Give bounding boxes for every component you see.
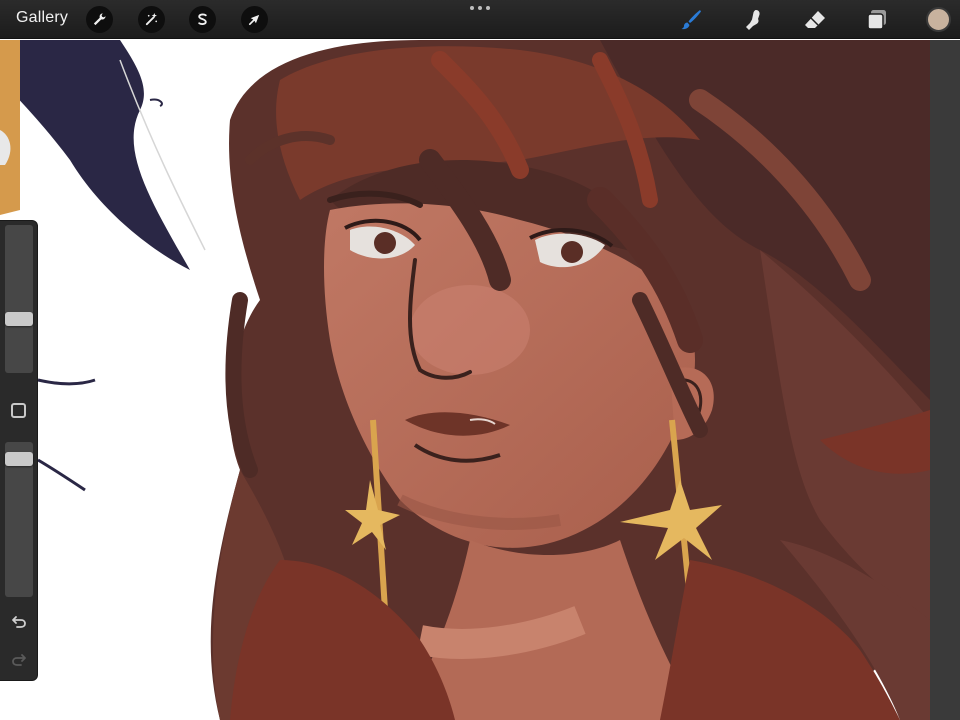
redo-arrow-icon bbox=[12, 654, 26, 666]
left-sidebar bbox=[0, 220, 38, 681]
adjustments-button[interactable] bbox=[138, 6, 165, 33]
redo-button[interactable] bbox=[9, 649, 29, 669]
opacity-slider[interactable] bbox=[5, 442, 33, 597]
artwork bbox=[0, 40, 960, 720]
undo-button[interactable] bbox=[9, 611, 29, 631]
square-modify-icon[interactable] bbox=[11, 403, 26, 418]
eraser-icon bbox=[805, 11, 825, 28]
actions-button[interactable] bbox=[86, 6, 113, 33]
brush-size-handle[interactable] bbox=[5, 312, 33, 326]
brush-button[interactable] bbox=[678, 7, 704, 33]
selection-s-icon bbox=[198, 13, 207, 25]
more-dots-icon[interactable] bbox=[470, 3, 490, 13]
eraser-button[interactable] bbox=[802, 7, 828, 33]
wrench-icon bbox=[93, 13, 106, 26]
top-toolbar: Gallery bbox=[0, 0, 960, 39]
transform-button[interactable] bbox=[241, 6, 268, 33]
magic-wand-icon bbox=[145, 12, 158, 26]
layers-icon bbox=[867, 10, 886, 30]
arrow-cursor-icon bbox=[248, 14, 260, 26]
smudge-button[interactable] bbox=[740, 7, 766, 33]
canvas-edge bbox=[930, 40, 960, 720]
drawing-canvas[interactable] bbox=[0, 0, 960, 720]
gallery-button[interactable]: Gallery bbox=[16, 9, 68, 27]
smudge-finger-icon bbox=[746, 10, 760, 30]
color-swatch[interactable] bbox=[926, 7, 951, 32]
undo-arrow-icon bbox=[12, 616, 26, 628]
layers-button[interactable] bbox=[864, 7, 890, 33]
brush-icon bbox=[681, 10, 701, 30]
opacity-handle[interactable] bbox=[5, 452, 33, 466]
brush-size-slider[interactable] bbox=[5, 225, 33, 373]
selection-button[interactable] bbox=[189, 6, 216, 33]
